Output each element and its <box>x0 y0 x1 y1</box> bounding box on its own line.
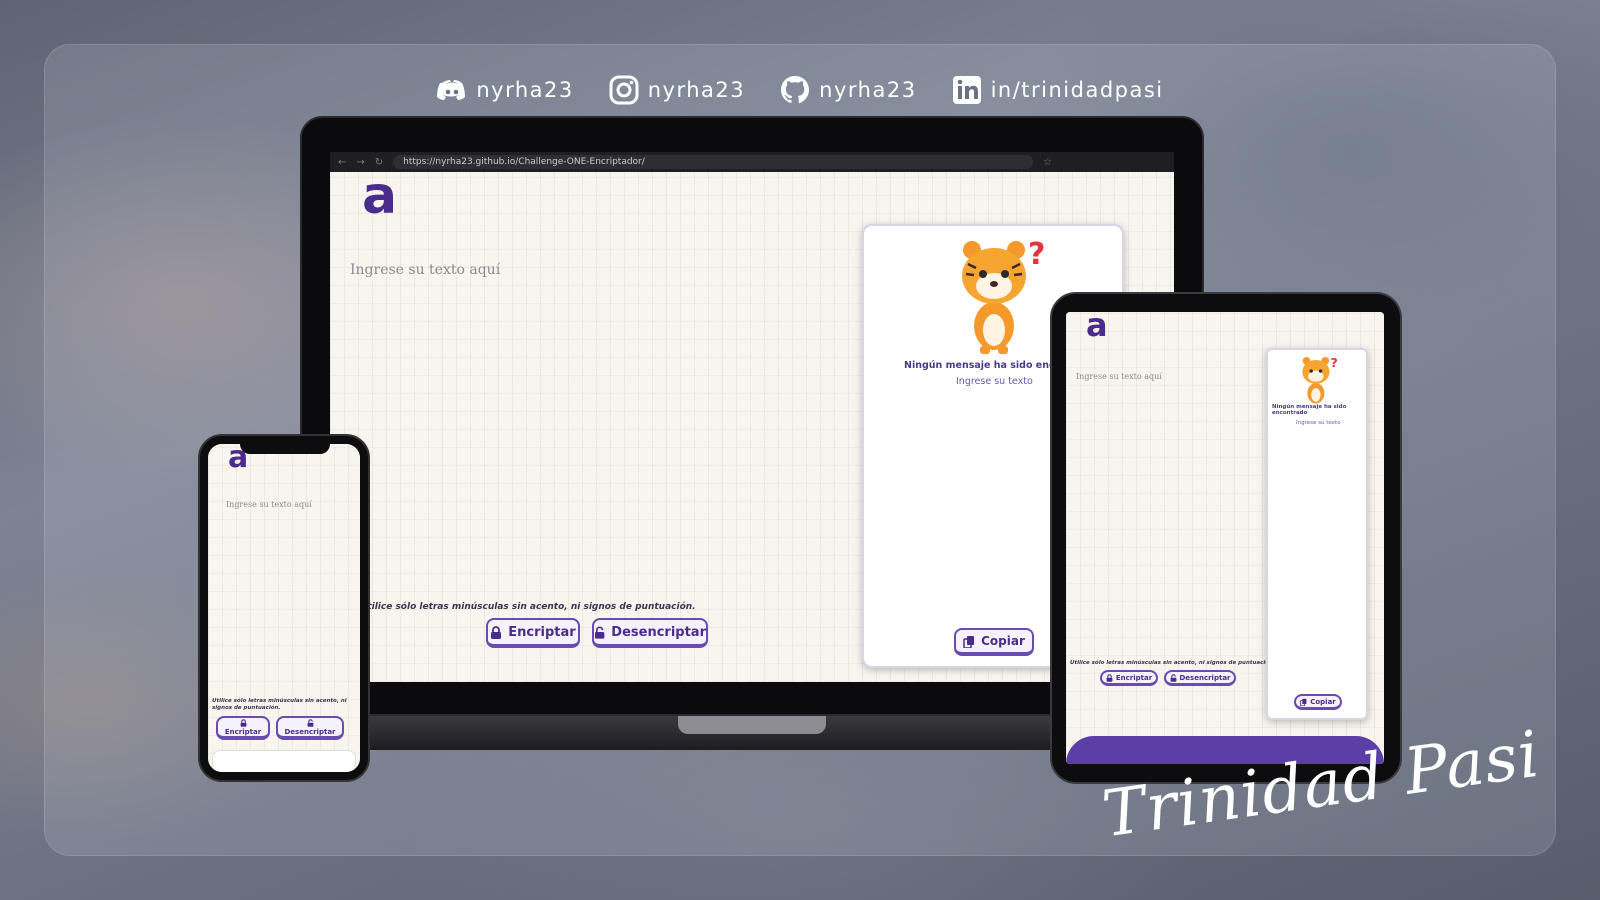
encrypt-button[interactable]: Encriptar <box>486 618 580 648</box>
input-notice: Utilice sólo letras minúsculas sin acent… <box>360 602 696 612</box>
lock-icon <box>491 625 502 639</box>
tablet-decrypt-label: Desencriptar <box>1179 673 1231 682</box>
phone-encrypt-button[interactable]: Encriptar <box>216 716 270 740</box>
tablet-input-notice: Utilice sólo letras minúsculas sin acent… <box>1070 660 1276 666</box>
tablet-page-background: a Ingrese su texto aquí Utilice sólo let… <box>1066 312 1384 764</box>
phone-decrypt-label: Desencriptar <box>284 727 336 736</box>
discord-link[interactable]: nyrha23 <box>436 74 573 106</box>
decrypt-label: Desencriptar <box>611 624 706 640</box>
instagram-handle: nyrha23 <box>647 78 746 102</box>
unlock-icon <box>307 718 313 727</box>
linkedin-link[interactable]: in/trinidadpasi <box>951 74 1164 106</box>
tablet-copy-label: Copiar <box>1310 697 1336 706</box>
lock-icon <box>240 718 246 727</box>
bookmark-star-icon[interactable]: ☆ <box>1043 157 1052 168</box>
copy-button[interactable]: Copiar <box>954 628 1034 656</box>
linkedin-handle: in/trinidadpasi <box>990 78 1164 102</box>
browser-toolbar: ← → ↻ https://nyrha23.github.io/Challeng… <box>330 152 1174 172</box>
github-icon <box>781 76 810 104</box>
phone-page-background: a Ingrese su texto aquí Utilice sólo let… <box>208 444 360 772</box>
tablet-empty-state-title: Ningún mensaje ha sido encontrado <box>1272 404 1347 416</box>
instagram-link[interactable]: nyrha23 <box>608 74 745 106</box>
encrypt-label: Encriptar <box>508 624 576 640</box>
discord-handle: nyrha23 <box>476 78 574 102</box>
tablet-text-input-placeholder[interactable]: Ingrese su texto aquí <box>1076 372 1162 381</box>
tablet-empty-state-subtitle: Ingrese su texto <box>1296 420 1341 426</box>
unlock-icon <box>1170 673 1176 682</box>
copy-icon <box>963 635 975 648</box>
phone-notch <box>240 440 330 454</box>
tablet-screen: a Ingrese su texto aquí Utilice sólo let… <box>1066 312 1384 764</box>
github-handle: nyrha23 <box>819 78 917 102</box>
phone-screen: a Ingrese su texto aquí Utilice sólo let… <box>208 444 360 772</box>
text-input-placeholder[interactable]: Ingrese su texto aquí <box>350 262 500 278</box>
copy-label: Copiar <box>981 634 1025 648</box>
tiger-mascot-icon: ? <box>962 237 1044 354</box>
decrypt-button[interactable]: Desencriptar <box>592 618 708 648</box>
svg-text:?: ? <box>1028 237 1044 272</box>
tablet-output-panel: ? Ningún mensaje ha sido encontrado Ingr… <box>1266 348 1368 720</box>
tablet-app-logo[interactable]: a <box>1086 312 1108 344</box>
page-background: a Ingrese su texto aquí Utilice sólo let… <box>330 166 1174 682</box>
app-logo[interactable]: a <box>362 166 397 226</box>
laptop-hinge-notch <box>678 716 826 734</box>
tablet-copy-button[interactable]: Copiar <box>1294 694 1342 710</box>
address-bar[interactable]: https://nyrha23.github.io/Challenge-ONE-… <box>393 155 1034 169</box>
phone-encrypt-label: Encriptar <box>224 727 262 736</box>
phone-input-notice: Utilice sólo letras minúsculas sin acent… <box>212 698 347 711</box>
phone-output-panel <box>212 750 356 772</box>
tablet-encrypt-label: Encriptar <box>1115 673 1153 682</box>
tablet-decrypt-button[interactable]: Desencriptar <box>1164 670 1236 686</box>
svg-text:?: ? <box>1330 356 1337 371</box>
copy-icon <box>1300 698 1307 706</box>
laptop-screen: ← → ↻ https://nyrha23.github.io/Challeng… <box>330 152 1174 682</box>
empty-state-subtitle: Ingrese su texto <box>956 376 1033 387</box>
back-arrow-icon[interactable]: ← <box>338 157 346 168</box>
phone-text-input-placeholder[interactable]: Ingrese su texto aquí <box>226 500 312 509</box>
github-link[interactable]: nyrha23 <box>779 74 916 106</box>
unlock-icon <box>594 626 605 639</box>
tablet-encrypt-button[interactable]: Encriptar <box>1100 670 1158 686</box>
lock-icon <box>1106 673 1113 682</box>
discord-icon <box>437 80 466 100</box>
social-links-bar: nyrha23 nyrha23 nyrha23 in/trinidadpasi <box>0 72 1600 108</box>
phone-decrypt-button[interactable]: Desencriptar <box>276 716 344 740</box>
tablet-tiger-mascot-icon: ? <box>1302 356 1338 404</box>
linkedin-icon <box>952 76 981 104</box>
instagram-icon <box>609 75 639 105</box>
